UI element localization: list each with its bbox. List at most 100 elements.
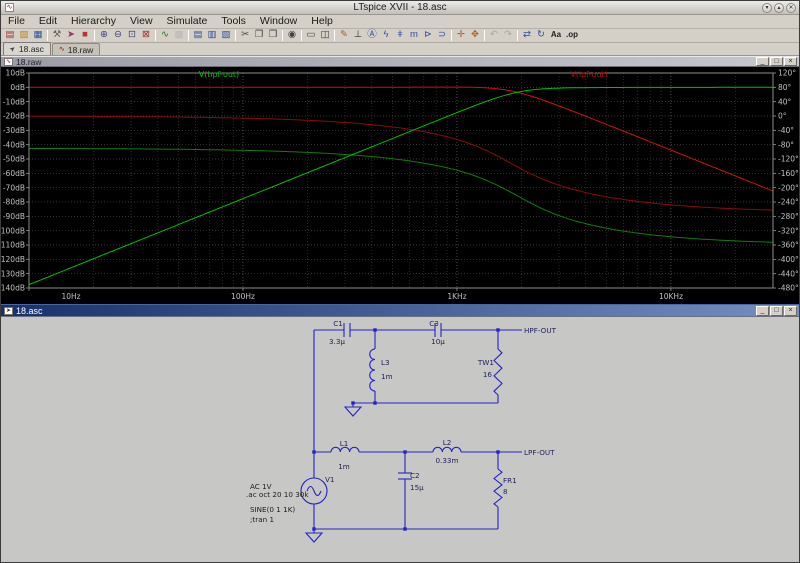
toolbar-zoom-in[interactable]: ⊕	[97, 29, 111, 42]
toolbar-paste[interactable]: ❒	[266, 29, 280, 42]
toolbar-run[interactable]: ➤	[64, 29, 78, 42]
toolbar-redo[interactable]: ↷	[501, 29, 515, 42]
component-ref-fr1: FR1	[503, 476, 517, 485]
junction-dot	[496, 328, 499, 331]
window-title: LTspice XVII - 18.asc	[1, 2, 799, 13]
toolbar-open[interactable]: ▨	[17, 29, 31, 42]
svg-text:120°: 120°	[778, 69, 796, 78]
toolbar-zoom-full-extents[interactable]: ⊠	[139, 29, 153, 42]
toolbar-tile-vertical[interactable]: ▥	[205, 29, 219, 42]
toolbar-separator	[301, 30, 302, 41]
toolbar-cut[interactable]: ✂	[238, 29, 252, 42]
directive-text-1: .ac oct 20 10 30k	[246, 490, 309, 499]
schematic-restore-button[interactable]: □	[770, 306, 783, 316]
svg-text:-480°: -480°	[778, 284, 799, 293]
waveform-pane-title: 18.raw	[16, 57, 42, 67]
toolbar-undo[interactable]: ↶	[487, 29, 501, 42]
schematic-icon: ➤	[8, 44, 17, 53]
svg-text:10Hz: 10Hz	[61, 292, 80, 301]
component-ref-c3: C3	[429, 319, 439, 328]
toolbar-save[interactable]: ▦	[31, 29, 45, 42]
svg-text:-100dB: -100dB	[1, 226, 25, 235]
svg-text:-60dB: -60dB	[3, 169, 25, 178]
menu-file[interactable]: File	[1, 15, 32, 28]
toolbar-separator	[484, 30, 485, 41]
menu-view[interactable]: View	[123, 15, 160, 28]
toolbar-plot-settings[interactable]: ▩	[172, 29, 186, 42]
schematic-minimize-button[interactable]: _	[756, 306, 769, 316]
schematic-pane-titlebar[interactable]: ➤ 18.asc _□×	[1, 304, 799, 317]
menu-simulate[interactable]: Simulate	[160, 15, 215, 28]
toolbar-halt[interactable]: ■	[78, 29, 92, 42]
tab-18-asc[interactable]: ➤18.asc	[3, 42, 51, 55]
toolbar-separator	[334, 30, 335, 41]
toolbar-print[interactable]: ▭	[304, 29, 318, 42]
waveform-plot-canvas[interactable]: 10dB0dB-10dB-20dB-30dB-40dB-50dB-60dB-70…	[1, 67, 799, 304]
waveform-minimize-button[interactable]: _	[756, 57, 769, 66]
svg-text:10KHz: 10KHz	[659, 292, 683, 301]
menu-edit[interactable]: Edit	[32, 15, 64, 28]
svg-text:80°: 80°	[778, 83, 792, 92]
menu-hierarchy[interactable]: Hierarchy	[64, 15, 123, 28]
minimize-button[interactable]: ▾	[762, 3, 772, 13]
component-ref-l1: L1	[340, 439, 349, 448]
toolbar-view-waveform[interactable]: ∿	[158, 29, 172, 42]
menu-help[interactable]: Help	[304, 15, 340, 28]
menu-window[interactable]: Window	[253, 15, 304, 28]
toolbar-print-preview[interactable]: ◫	[318, 29, 332, 42]
waveform-pane: ∿ 18.raw _□× 10dB0dB-10dB-20dB-30dB-40dB…	[1, 56, 799, 304]
schematic-close-button[interactable]: ×	[784, 306, 797, 316]
menu-tools[interactable]: Tools	[214, 15, 253, 28]
toolbar-spice-directive[interactable]: .op	[564, 29, 580, 42]
schematic-canvas[interactable]: C13.3µC310µL31mTW116L11mL20.33mC215µFR18…	[1, 317, 799, 563]
toolbar-capacitor[interactable]: ǂ	[393, 29, 407, 42]
toolbar-component[interactable]: ⊃	[435, 29, 449, 42]
toolbar-rotate[interactable]: ↻	[534, 29, 548, 42]
component-value-c1: 3.3µ	[329, 337, 345, 346]
tab-18-raw[interactable]: ∿18.raw	[52, 43, 100, 55]
maximize-button[interactable]: ▴	[774, 3, 784, 13]
toolbar-zoom-out[interactable]: ⊖	[111, 29, 125, 42]
waveform-close-button[interactable]: ×	[784, 57, 797, 66]
toolbar-copy[interactable]: ❐	[252, 29, 266, 42]
trace-label-lpf-out[interactable]: V(lpf-out)	[570, 70, 608, 79]
toolbar: ▤▨▦⚒➤■⊕⊖⊡⊠∿▩▤▥▧✂❐❒◉▭◫✎⊥Ⓐϟǂm⊳⊃✛✥↶↷⇄↻Aa.op	[1, 29, 799, 43]
toolbar-inductor[interactable]: m	[407, 29, 421, 42]
toolbar-move[interactable]: ✛	[454, 29, 468, 42]
waveform-restore-button[interactable]: □	[770, 57, 783, 66]
tab-label: 18.asc	[19, 44, 44, 54]
trace-label-hpf-out[interactable]: V(hpf-out)	[199, 70, 239, 79]
toolbar-separator	[47, 30, 48, 41]
svg-text:-80°: -80°	[778, 140, 794, 149]
toolbar-find[interactable]: ◉	[285, 29, 299, 42]
menubar: FileEditHierarchyViewSimulateToolsWindow…	[1, 15, 799, 29]
toolbar-diode[interactable]: ⊳	[421, 29, 435, 42]
svg-text:-90dB: -90dB	[3, 212, 25, 221]
close-button[interactable]: ✕	[786, 3, 796, 13]
component-value-l3: 1m	[381, 372, 393, 381]
toolbar-cascade-windows[interactable]: ▧	[219, 29, 233, 42]
waveform-pane-titlebar[interactable]: ∿ 18.raw _□×	[1, 56, 799, 67]
window-controls: ▾▴✕	[762, 3, 799, 13]
port-label-hpf-out: HPF-OUT	[524, 326, 557, 335]
toolbar-ground[interactable]: ⊥	[351, 29, 365, 42]
toolbar-text[interactable]: Aa	[548, 29, 564, 42]
svg-text:-80dB: -80dB	[3, 198, 25, 207]
window-titlebar[interactable]: ∿ LTspice XVII - 18.asc ▾▴✕	[1, 1, 799, 15]
toolbar-mirror[interactable]: ⇄	[520, 29, 534, 42]
junction-dot	[312, 527, 315, 530]
toolbar-new-schematic[interactable]: ▤	[3, 29, 17, 42]
svg-text:-200°: -200°	[778, 183, 799, 192]
toolbar-resistor[interactable]: ϟ	[379, 29, 393, 42]
toolbar-wire[interactable]: ✎	[337, 29, 351, 42]
toolbar-separator	[94, 30, 95, 41]
toolbar-net-label[interactable]: Ⓐ	[365, 29, 379, 42]
junction-dot	[351, 401, 354, 404]
toolbar-drag[interactable]: ✥	[468, 29, 482, 42]
svg-text:-50dB: -50dB	[3, 155, 25, 164]
component-ref-c2: C2	[410, 471, 420, 480]
toolbar-tile-horizontal[interactable]: ▤	[191, 29, 205, 42]
toolbar-separator	[517, 30, 518, 41]
toolbar-zoom-area[interactable]: ⊡	[125, 29, 139, 42]
toolbar-control-panel[interactable]: ⚒	[50, 29, 64, 42]
